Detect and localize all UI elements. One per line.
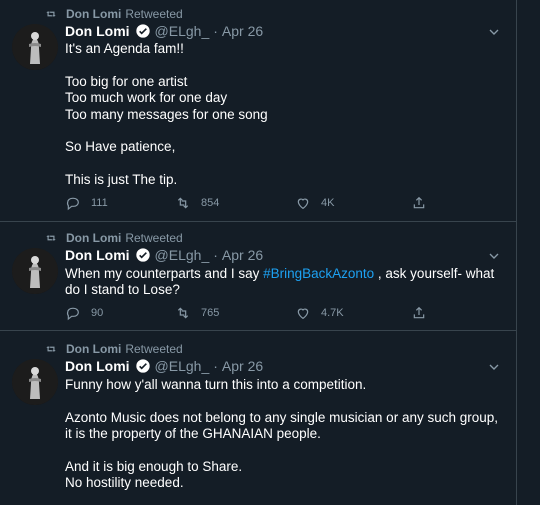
retweeter-name[interactable]: Don Lomi: [66, 7, 121, 21]
tweet-date[interactable]: Apr 26: [222, 247, 263, 263]
like-count: 4K: [321, 197, 335, 209]
tweet-line: Too many messages for one song: [65, 106, 268, 122]
tweet-line: [65, 156, 505, 172]
tweet-actions: 111 854 4K: [65, 195, 465, 211]
separator-dot: ·: [213, 358, 218, 374]
reply-count: 111: [91, 197, 108, 209]
avatar[interactable]: [12, 359, 58, 405]
retweet-icon: [46, 235, 56, 241]
tweet[interactable]: Don Lomi Retweeted Don Lomi @ELgh_ · Apr…: [0, 222, 516, 331]
heart-icon: [297, 308, 309, 320]
tweet-text-segment: When my counterparts and I say: [65, 266, 264, 281]
verified-badge-icon: [135, 24, 150, 38]
tweet-line: Funny how y'all wanna turn this into a c…: [65, 377, 367, 392]
retweet-icon: [46, 346, 56, 352]
author-handle[interactable]: @ELgh_: [155, 23, 210, 39]
retweet-button[interactable]: 854: [175, 195, 295, 211]
retweet-context: Don Lomi Retweeted: [44, 342, 183, 356]
tweet-paragraph: When my counterparts and I say #BringBac…: [65, 266, 505, 299]
retweeted-label: Retweeted: [125, 231, 183, 245]
share-icon: [413, 196, 425, 209]
tweet-header: Don Lomi @ELgh_ · Apr 26: [65, 23, 263, 39]
author-handle[interactable]: @ELgh_: [155, 247, 210, 263]
tweet-text: It's an Agenda fam!! Too big for one art…: [65, 41, 505, 189]
avatar-image: [12, 359, 58, 405]
tweet[interactable]: Don Lomi Retweeted Don Lomi @ELgh_ · Apr…: [0, 331, 516, 505]
chevron-down-icon[interactable]: [486, 24, 502, 40]
reply-count: 90: [91, 307, 104, 319]
retweeter-name[interactable]: Don Lomi: [66, 231, 121, 245]
tweet-line: [65, 57, 505, 73]
retweet-count: 854: [201, 197, 220, 209]
tweet-date[interactable]: Apr 26: [222, 23, 263, 39]
chevron-down-icon[interactable]: [486, 359, 502, 375]
like-count: 4.7K: [321, 307, 344, 319]
share-icon: [413, 306, 425, 319]
share-button[interactable]: [411, 305, 437, 321]
author-name[interactable]: Don Lomi: [65, 358, 130, 374]
separator-dot: ·: [213, 247, 218, 263]
reply-icon: [66, 307, 79, 321]
tweet-line: No hostility needed.: [65, 475, 184, 491]
share-button[interactable]: [411, 195, 437, 211]
tweet-line: Azonto Music does not belong to any sing…: [65, 409, 499, 442]
author-handle[interactable]: @ELgh_: [155, 358, 210, 374]
verified-badge-icon: [135, 359, 150, 373]
tweet-line: [65, 443, 505, 459]
retweeted-label: Retweeted: [125, 7, 183, 21]
author-name[interactable]: Don Lomi: [65, 247, 130, 263]
like-button[interactable]: 4K: [295, 195, 411, 211]
tweet-line: So Have patience,: [65, 139, 176, 155]
tweet-header: Don Lomi @ELgh_ · Apr 26: [65, 358, 263, 374]
tweet-text: Funny how y'all wanna turn this into a c…: [65, 377, 505, 492]
retweet-context: Don Lomi Retweeted: [44, 231, 183, 245]
retweet-icon: [177, 197, 189, 209]
retweeted-label: Retweeted: [125, 342, 183, 356]
verified-badge-icon: [135, 248, 150, 262]
tweet-line: This is just The tip.: [65, 172, 178, 188]
chevron-down-icon[interactable]: [486, 248, 502, 264]
timeline: Don Lomi Retweeted Don Lomi @ELgh_ · Apr…: [0, 0, 517, 505]
like-button[interactable]: 4.7K: [295, 305, 411, 321]
avatar-image: [12, 24, 58, 70]
tweet-line: Too much work for one day: [65, 90, 228, 106]
tweet-line: Too big for one artist: [65, 73, 188, 89]
tweet-date[interactable]: Apr 26: [222, 358, 263, 374]
avatar[interactable]: [12, 24, 58, 70]
tweet[interactable]: Don Lomi Retweeted Don Lomi @ELgh_ · Apr…: [0, 0, 516, 222]
avatar[interactable]: [12, 248, 58, 294]
tweet-line: [65, 123, 505, 139]
retweet-icon: [177, 307, 189, 319]
tweet-actions: 90 765 4.7K: [65, 305, 465, 321]
reply-button[interactable]: 90: [65, 305, 175, 321]
retweet-icon: [46, 11, 56, 17]
hashtag-link[interactable]: #BringBackAzonto: [263, 266, 374, 281]
separator-dot: ·: [213, 23, 218, 39]
retweet-context: Don Lomi Retweeted: [44, 7, 183, 21]
retweet-button[interactable]: 765: [175, 305, 295, 321]
author-name[interactable]: Don Lomi: [65, 23, 130, 39]
heart-icon: [297, 198, 309, 210]
avatar-image: [12, 248, 58, 294]
reply-button[interactable]: 111: [65, 195, 175, 211]
retweeter-name[interactable]: Don Lomi: [66, 342, 121, 356]
retweet-count: 765: [201, 307, 220, 319]
tweet-line: [65, 393, 505, 409]
tweet-header: Don Lomi @ELgh_ · Apr 26: [65, 247, 263, 263]
reply-icon: [66, 197, 79, 211]
tweet-text: When my counterparts and I say #BringBac…: [65, 266, 505, 299]
tweet-line: It's an Agenda fam!!: [65, 41, 184, 56]
tweet-line: And it is big enough to Share.: [65, 459, 243, 474]
